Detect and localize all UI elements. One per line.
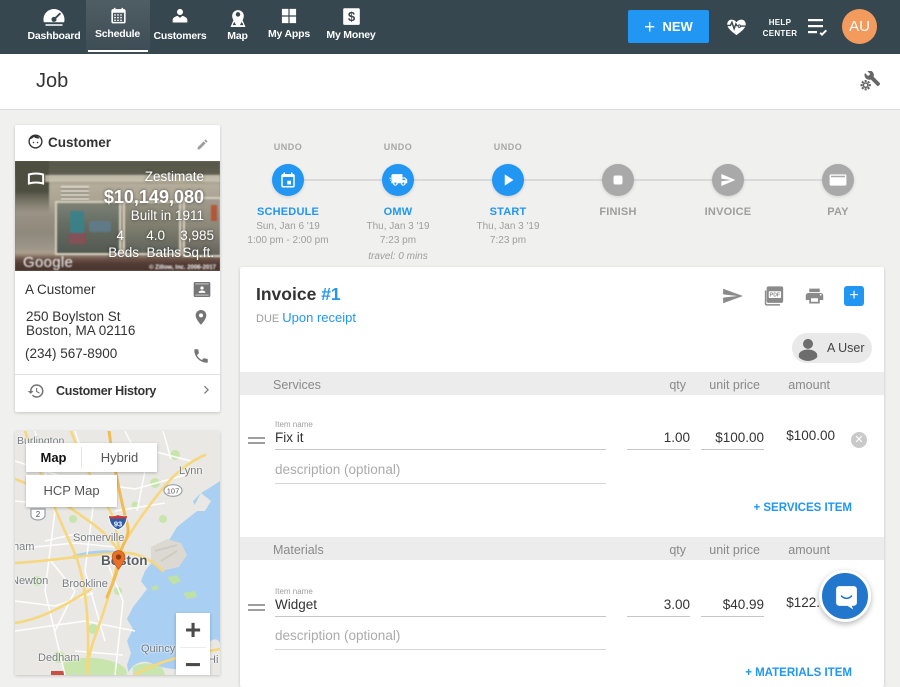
svg-text:107: 107 — [167, 487, 180, 496]
svg-text:$: $ — [347, 9, 355, 24]
svg-text:PDF: PDF — [770, 293, 780, 299]
svg-text:93: 93 — [114, 520, 122, 529]
svg-text:2: 2 — [36, 510, 41, 519]
